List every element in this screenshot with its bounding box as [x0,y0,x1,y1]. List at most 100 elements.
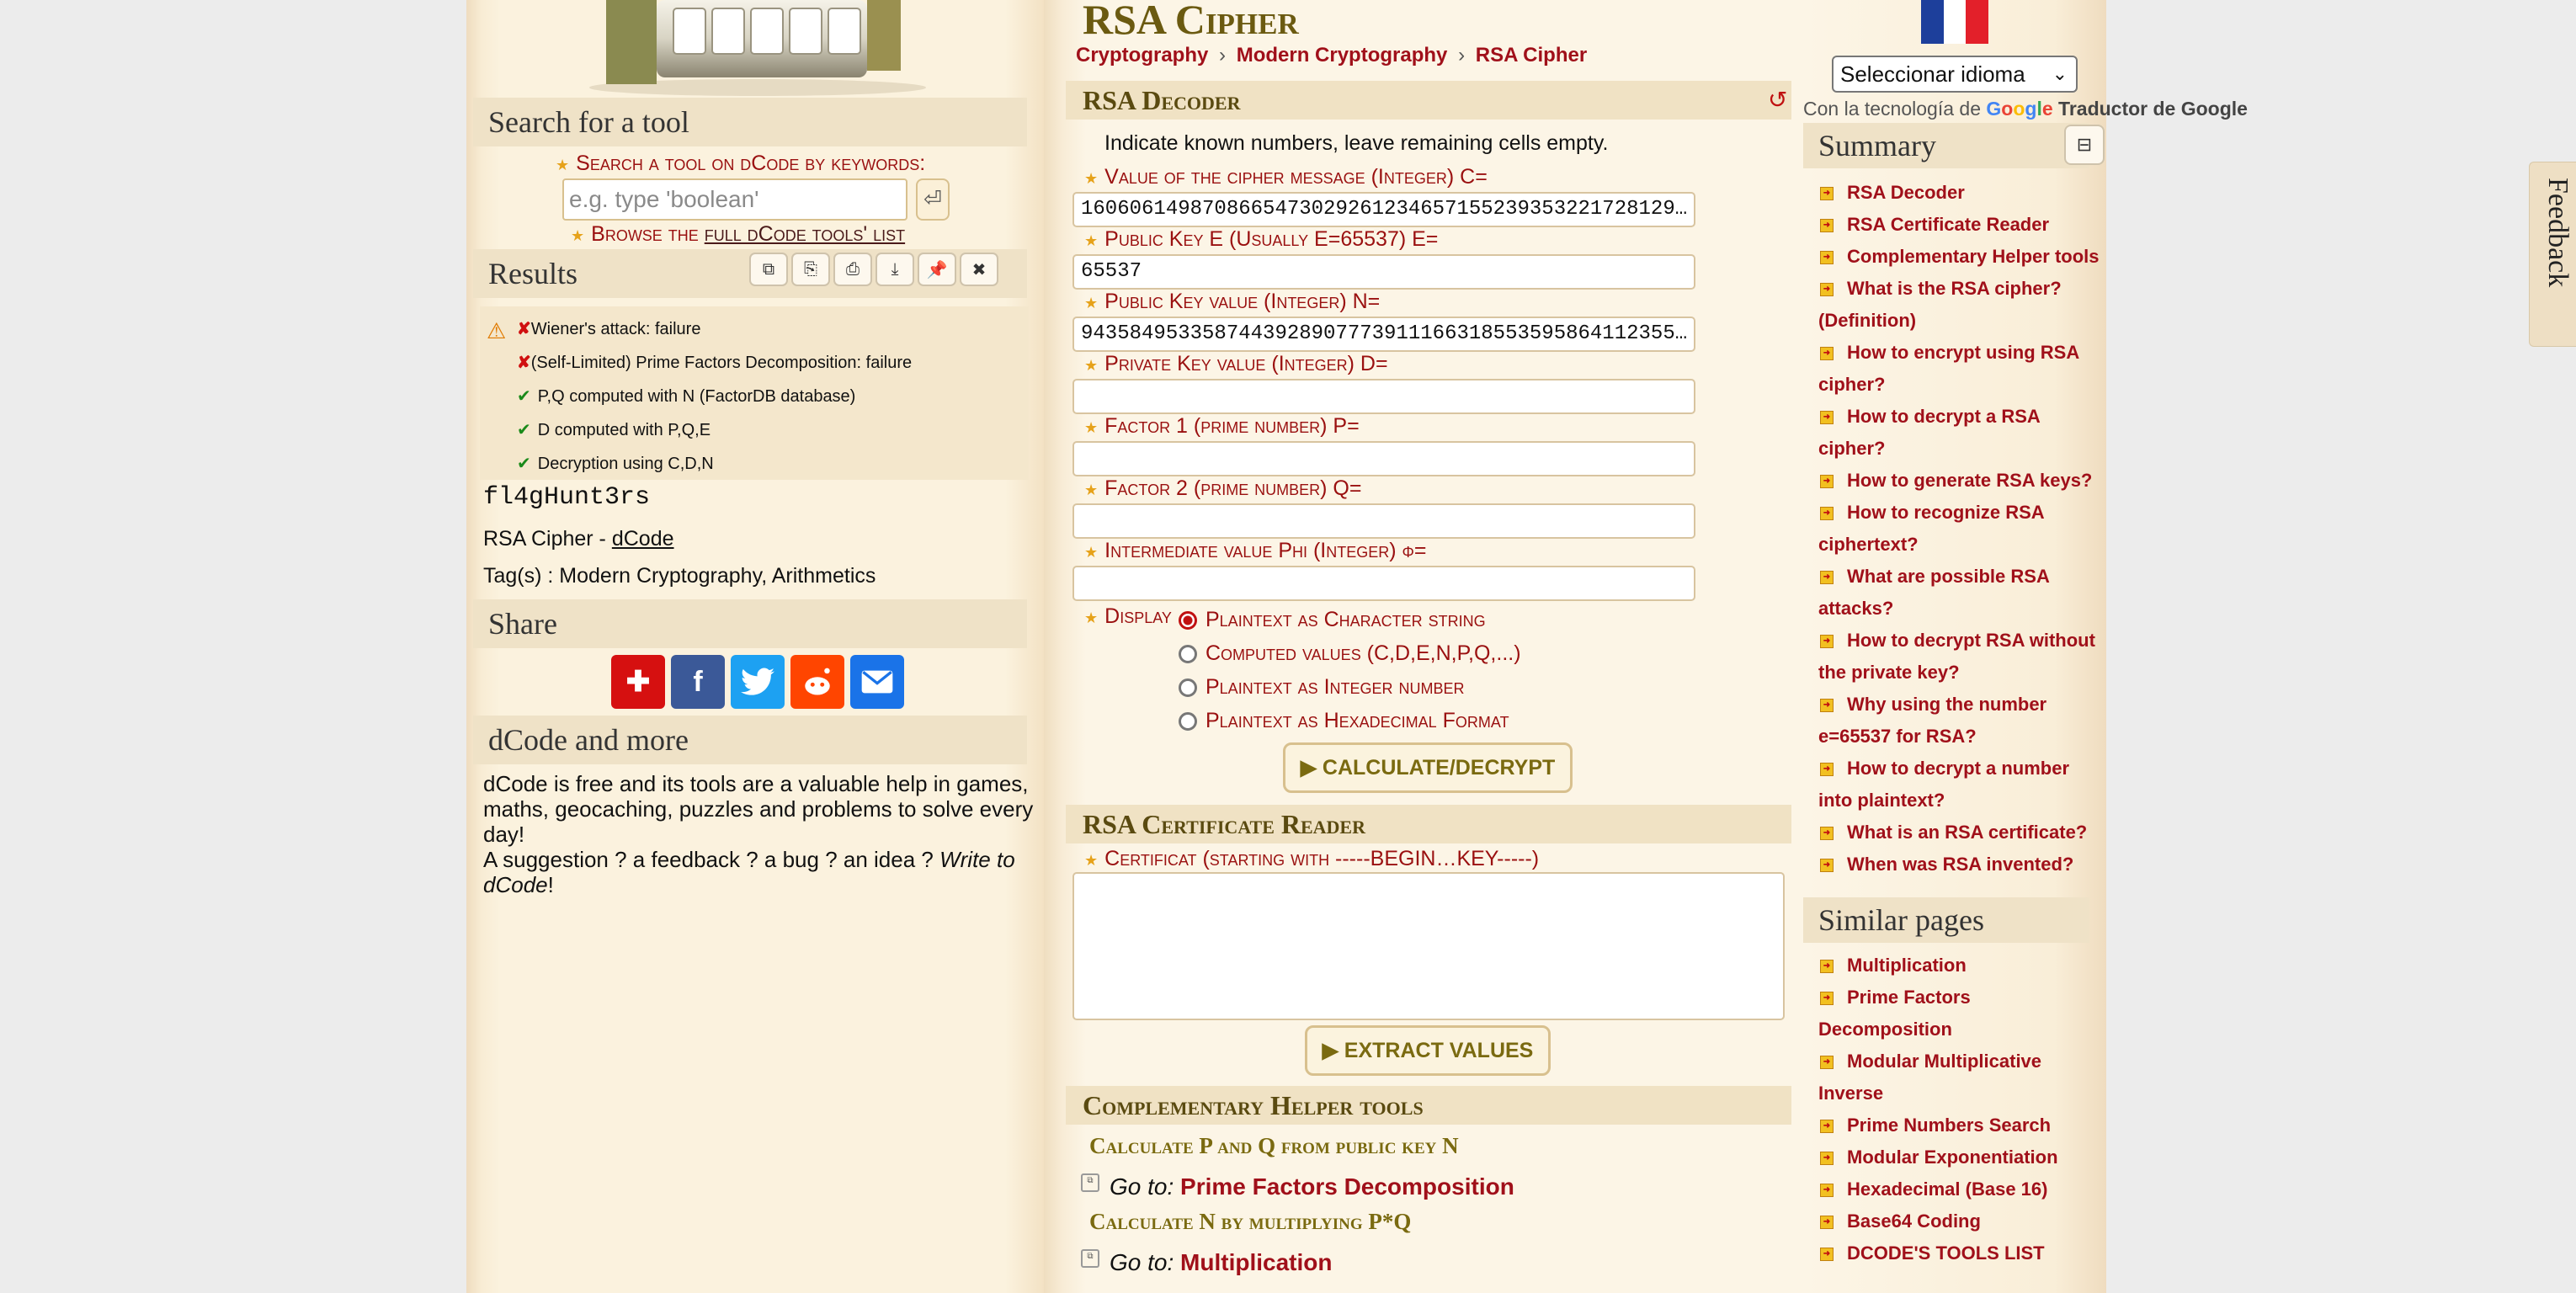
similar-pages-list: ➜ Multiplication ➜ Prime Factors Decomposi… [1818,950,2105,1269]
summary-item[interactable]: ➜ Why using the number e=65537 for RSA? [1818,689,2105,753]
pin-icon[interactable]: 📌 [918,253,956,286]
browse-tools-link[interactable]: ★ Browse the full dCode tools' list [571,222,905,247]
radio-icon[interactable] [1179,644,1197,663]
summary-item[interactable]: ➜ How to generate RSA keys? [1818,465,2105,497]
star-icon: ★ [556,157,570,173]
display-option-hex[interactable]: Plaintext as Hexadecimal Format [1179,709,1509,733]
goto-prime-factors: ⧉ Go to: Prime Factors Decomposition [1081,1173,1514,1200]
radio-icon[interactable] [1179,678,1197,697]
multiplication-link[interactable]: Multiplication [1180,1249,1332,1275]
search-section-heading: Search for a tool [473,98,1027,146]
warning-icon: ⚠ [487,318,507,343]
tool-search-input[interactable] [562,178,907,221]
similar-page-item[interactable]: ➜ Prime Factors Decomposition [1818,982,2105,1046]
share-buttons: ✚ f [611,655,904,709]
facebook-icon[interactable]: f [671,655,725,709]
star-icon: ★ [1084,357,1099,374]
summary-item[interactable]: ➜ What is the RSA cipher? (Definition) [1818,273,2105,337]
private-key-d-input[interactable] [1072,379,1695,414]
helper-2-title: Calculate N by multiplying P*Q [1089,1209,1412,1234]
results-toolbar: ⧉ ⎘ ⎙ ⤓ 📌 ✖ [749,253,998,286]
summary-item[interactable]: ➜ How to decrypt a RSA cipher? [1818,401,2105,465]
reddit-icon[interactable] [790,655,844,709]
similar-page-item[interactable]: ➜ Multiplication [1818,950,2105,982]
summary-item[interactable]: ➜ What is an RSA certificate? [1818,817,2105,849]
radio-icon[interactable] [1179,711,1197,731]
radio-selected-icon[interactable] [1179,610,1197,630]
dcode-more-heading: dCode and more [473,716,1027,764]
summary-list: ➜ RSA Decoder ➜ RSA Certificate Reader ➜ Co… [1818,177,2105,881]
factor-p-input[interactable] [1072,441,1695,476]
similar-pages-heading: Similar pages [1803,897,2089,943]
summary-item[interactable]: ➜ Complementary Helper tools [1818,241,2105,273]
result-line: ✘(Self-Limited) Prime Factors Decomposit… [517,354,913,372]
similar-page-item[interactable]: ➜ Modular Multiplicative Inverse [1818,1046,2105,1109]
expand-icon[interactable]: ⧉ [1081,1249,1099,1268]
similar-page-item[interactable]: ➜ Prime Numbers Search [1818,1109,2105,1141]
summary-item[interactable]: ➜ How to decrypt a number into plaintext? [1818,753,2105,817]
expand-icon[interactable]: ⧉ [1081,1173,1099,1192]
page-title: RSA Cipher [1083,0,1299,43]
result-line: ✔ D computed with P,Q,E [517,421,711,439]
calculate-decrypt-button[interactable]: ▶ CALCULATE/DECRYPT [1283,742,1573,793]
print-icon[interactable]: ⎙ [833,253,872,286]
email-icon[interactable] [850,655,904,709]
summary-item[interactable]: ➜ How to encrypt using RSA cipher? [1818,337,2105,401]
display-option-character[interactable]: Plaintext as Character string [1179,608,1486,632]
breadcrumb-cryptography[interactable]: Cryptography [1076,44,1208,67]
star-icon: ★ [1084,544,1099,561]
public-key-n-input[interactable]: 9435849533587443928907773911166318553595… [1072,317,1695,352]
breadcrumb-modern-cryptography[interactable]: Modern Cryptography [1237,44,1448,67]
language-select[interactable]: Seleccionar idioma ⌄ [1832,56,2078,93]
public-key-e-input[interactable]: 65537 [1072,254,1695,290]
decrypted-output: fl4gHunt3rs [483,483,651,512]
search-submit-button[interactable]: ⏎ [916,178,950,221]
star-icon: ★ [1084,419,1099,436]
similar-page-item[interactable]: ➜ Base64 Coding [1818,1205,2105,1237]
reset-icon[interactable]: ↺ [1768,86,1787,114]
dcode-more-text: dCode is free and its tools are a valuab… [483,771,1034,897]
similar-page-item[interactable]: ➜ Hexadecimal (Base 16) [1818,1173,2105,1205]
phi-input[interactable] [1072,566,1695,601]
summary-item[interactable]: ➜ What are possible RSA attacks? [1818,561,2105,625]
share-add-icon[interactable]: ✚ [611,655,665,709]
factor-q-input[interactable] [1072,503,1695,539]
breadcrumb: Cryptography › Modern Cryptography › RSA… [1076,44,1588,67]
display-option-integer[interactable]: Plaintext as Integer number [1179,675,1465,700]
helper-tools-heading: Complementary Helper tools [1066,1086,1791,1125]
summary-collapse-button[interactable]: ⊟ [2064,125,2105,165]
prime-factors-link[interactable]: Prime Factors Decomposition [1180,1173,1514,1200]
extract-values-button[interactable]: ▶ EXTRACT VALUES [1305,1025,1551,1076]
similar-page-item[interactable]: ➜ DCODE'S TOOLS LIST [1818,1237,2105,1269]
close-icon[interactable]: ✖ [960,253,998,286]
copy-all-icon[interactable]: ⎘ [791,253,830,286]
feedback-tab[interactable]: Feedback [2529,162,2576,347]
powered-by-google: Con la tecnología de Google Traductor de… [1803,98,2248,120]
dcode-link[interactable]: dCode [612,527,674,551]
field-c-label: ★ Value of the cipher message (Integer) C… [1084,165,1488,189]
summary-item[interactable]: ➜ RSA Certificate Reader [1818,209,2105,241]
french-flag-icon[interactable] [1921,0,1989,44]
cryptex-logo-image [589,0,926,96]
star-icon: ★ [1084,170,1099,187]
summary-item[interactable]: ➜ How to recognize RSA ciphertext? [1818,497,2105,561]
breadcrumb-rsa-cipher[interactable]: RSA Cipher [1476,44,1587,67]
certificate-label: ★ Certificat (starting with -----BEGIN…KE… [1084,847,1540,870]
display-option-computed[interactable]: Computed values (C,D,E,N,P,Q,...) [1179,641,1521,666]
field-phi-label: ★ Intermediate value Phi (Integer) φ= [1084,539,1427,562]
certificate-textarea[interactable] [1072,872,1785,1020]
field-d-label: ★ Private Key value (Integer) D= [1084,352,1388,375]
summary-item[interactable]: ➜ RSA Decoder [1818,177,2105,209]
result-tags: Tag(s) : Modern Cryptography, Arithmetic… [483,564,876,588]
cipher-c-input[interactable]: 1606061498708665473029261234657155239353… [1072,192,1695,227]
copy-icon[interactable]: ⧉ [749,253,788,286]
twitter-icon[interactable] [731,655,785,709]
goto-multiplication: ⧉ Go to: Multiplication [1081,1249,1332,1276]
similar-page-item[interactable]: ➜ Modular Exponentiation [1818,1141,2105,1173]
summary-item[interactable]: ➜ When was RSA invented? [1818,849,2105,881]
download-icon[interactable]: ⤓ [876,253,914,286]
field-q-label: ★ Factor 2 (prime number) Q= [1084,476,1362,500]
share-heading: Share [473,599,1027,648]
certificate-reader-heading: RSA Certificate Reader [1066,805,1791,843]
summary-item[interactable]: ➜ How to decrypt RSA without the private … [1818,625,2105,689]
